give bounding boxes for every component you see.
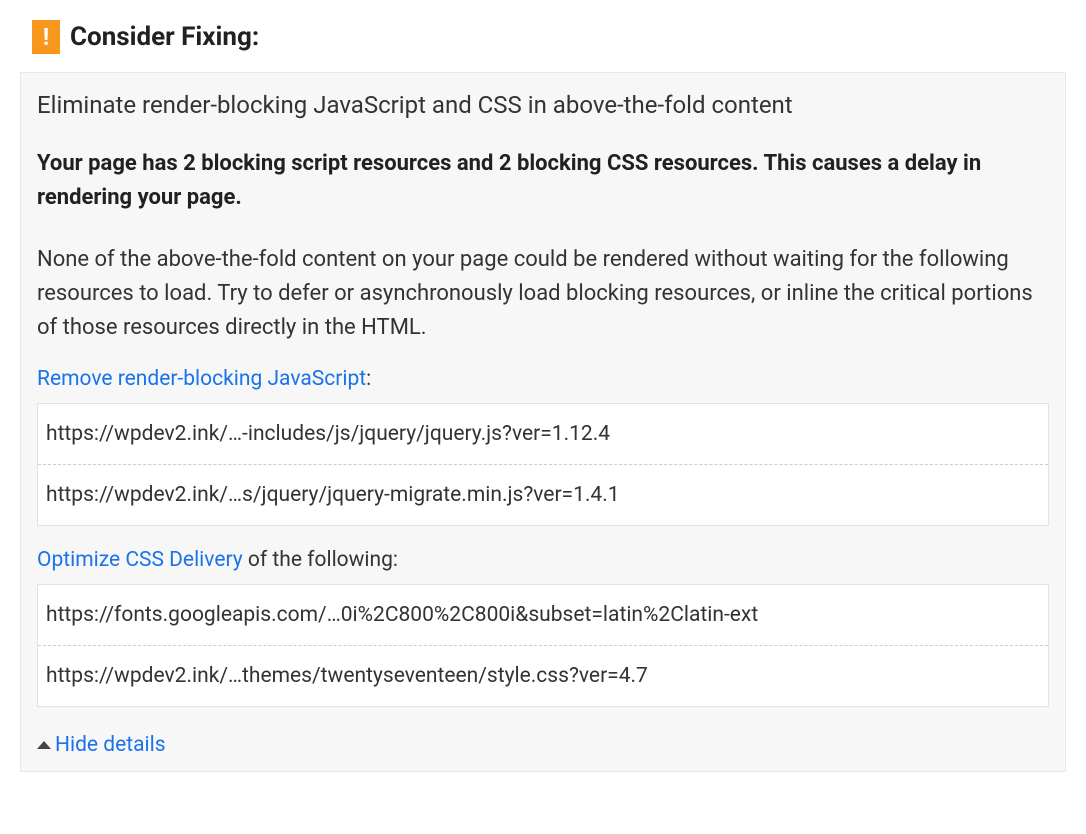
warning-icon: ! xyxy=(32,20,60,54)
remove-blocking-js-link[interactable]: Remove render-blocking JavaScript xyxy=(37,367,366,391)
rule-summary: Your page has 2 blocking script resource… xyxy=(37,147,1049,215)
section-title: Consider Fixing: xyxy=(70,22,259,52)
list-item: https://wpdev2.ink/…-includes/js/jquery/… xyxy=(38,404,1048,464)
js-url-list: https://wpdev2.ink/…-includes/js/jquery/… xyxy=(37,403,1049,526)
collapse-arrow-icon xyxy=(37,741,51,749)
js-subheading: Remove render-blocking JavaScript: xyxy=(37,367,1049,391)
hide-details-toggle[interactable]: Hide details xyxy=(37,729,166,757)
optimize-css-delivery-link[interactable]: Optimize CSS Delivery xyxy=(37,548,243,572)
css-subheading: Optimize CSS Delivery of the following: xyxy=(37,548,1049,572)
list-item: https://wpdev2.ink/…s/jquery/jquery-migr… xyxy=(38,464,1048,525)
css-url-list: https://fonts.googleapis.com/…0i%2C800%2… xyxy=(37,584,1049,707)
js-subheading-suffix: : xyxy=(366,367,371,391)
css-subheading-suffix: of the following: xyxy=(243,548,398,572)
rule-panel: Eliminate render-blocking JavaScript and… xyxy=(20,72,1066,772)
rule-description: None of the above-the-fold content on yo… xyxy=(37,243,1049,345)
list-item: https://fonts.googleapis.com/…0i%2C800%2… xyxy=(38,585,1048,645)
toggle-label: Hide details xyxy=(55,733,166,757)
rule-title: Eliminate render-blocking JavaScript and… xyxy=(37,91,1049,119)
section-header: ! Consider Fixing: xyxy=(20,20,1066,54)
list-item: https://wpdev2.ink/…themes/twentysevente… xyxy=(38,645,1048,706)
